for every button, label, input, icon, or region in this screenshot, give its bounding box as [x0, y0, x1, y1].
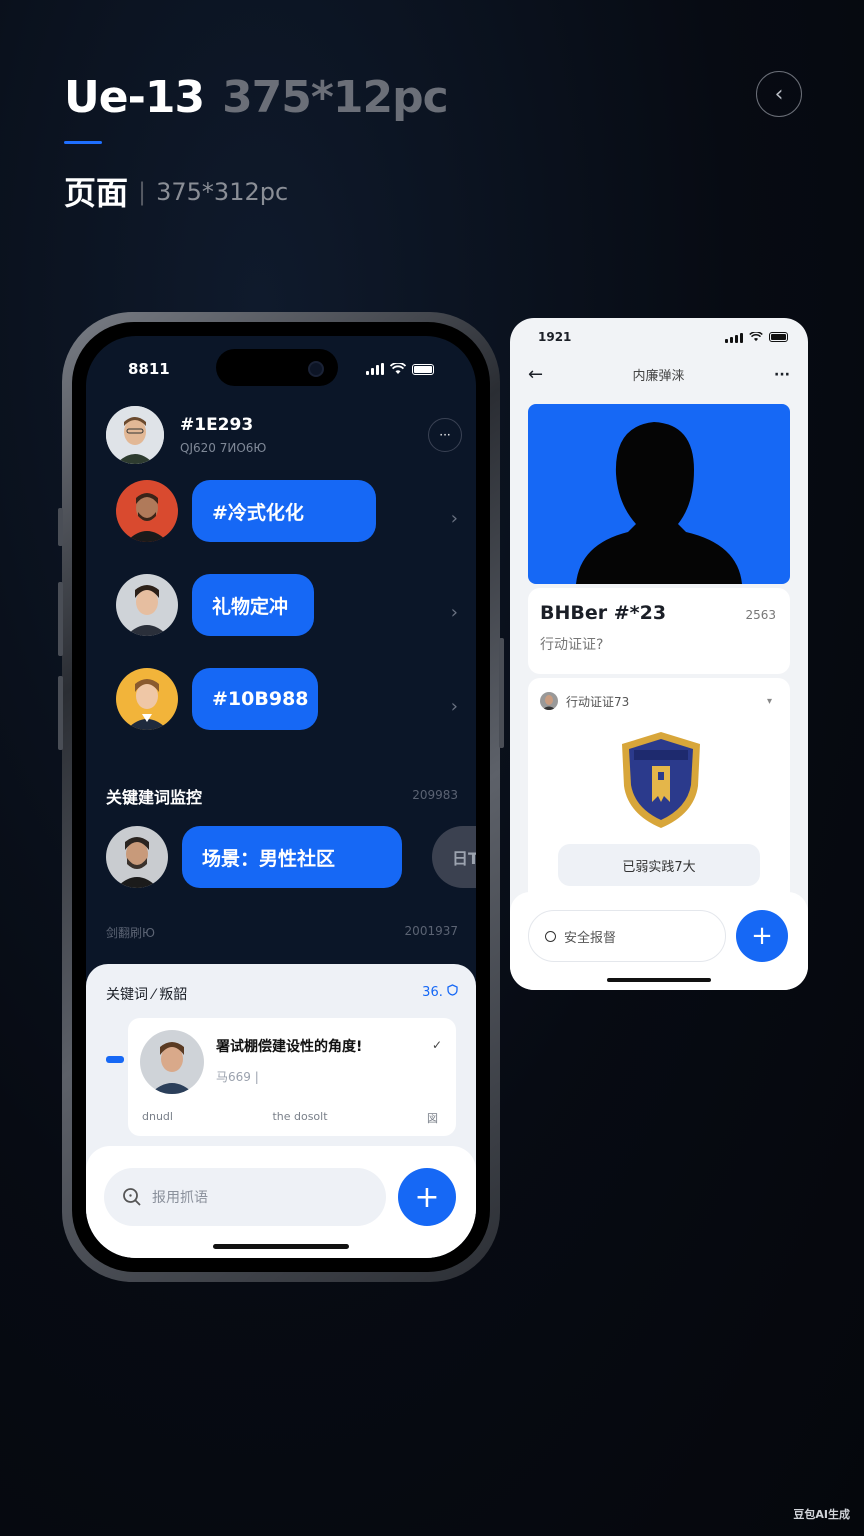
watermark: 豆包AI生成: [793, 1508, 850, 1521]
status-bar: 1921: [510, 318, 808, 344]
meta-row: 剑翻刷Ю 2001937: [106, 924, 458, 941]
profile-hero-image: [528, 404, 790, 584]
message-bubble: #冷式化化: [192, 480, 376, 542]
more-icon: ···: [439, 428, 451, 442]
post-card[interactable]: 署试棚偿建设性的角度! 马669 | ✓ dnudl the dosolt 図: [128, 1018, 456, 1136]
battery-icon: [412, 363, 434, 375]
card-right[interactable]: 36.: [422, 984, 458, 1004]
post-text: 署试棚偿建设性的角度!: [216, 1039, 363, 1055]
back-arrow-icon[interactable]: ←: [528, 364, 543, 385]
post-subtext: 马669 |: [216, 1070, 259, 1084]
profile-name: #1E293: [180, 415, 254, 435]
footer-icon[interactable]: 図: [427, 1110, 438, 1126]
avatar: [106, 406, 164, 464]
signal-icon: [725, 331, 743, 343]
profile-header[interactable]: #1E293 QJ620 7ИО6Ю: [106, 406, 266, 464]
search-input[interactable]: 报用抓语: [104, 1168, 386, 1226]
battery-icon: [769, 332, 788, 342]
profile-info-card: BHBer #*23 2563 行动证证?: [528, 588, 790, 674]
post-footer: dnudl the dosolt 図: [142, 1110, 438, 1126]
phone-main: 8811 #1E293 QJ620 7ИО6Ю ··· #冷式化化 › 礼物定冲…: [58, 312, 504, 1282]
report-label: 安全报督: [564, 930, 617, 946]
ghost-pill[interactable]: 日T: [432, 826, 476, 888]
list-item[interactable]: #冷式化化: [116, 480, 376, 542]
shield-icon: [447, 984, 458, 996]
subtitle-spec: 375*312pc: [156, 178, 289, 206]
message-bubble: #10B988: [192, 668, 318, 730]
list-item[interactable]: #10B988: [116, 668, 318, 730]
list-item[interactable]: 礼物定冲: [116, 574, 314, 636]
page-title: Ue-13 375*12pc: [64, 72, 449, 123]
badge-card-header[interactable]: 行动证证73 ▾: [540, 692, 772, 710]
profile-name: BHBer #*23: [540, 602, 667, 624]
main-screen: 8811 #1E293 QJ620 7ИО6Ю ··· #冷式化化 › 礼物定冲…: [86, 336, 476, 1258]
profile-subtitle: 行动证证?: [540, 637, 604, 653]
chevron-right-icon[interactable]: ›: [451, 602, 458, 623]
status-time: 8811: [128, 360, 170, 378]
page-subtitle: 页面 | 375*312pc: [64, 168, 288, 214]
card-title: 关键词 ⁄ 叛韶: [106, 987, 188, 1003]
status-bar: 8811: [86, 354, 476, 384]
nav-bar: ← 内廉弹涞 ···: [528, 364, 790, 385]
search-placeholder: 报用抓语: [152, 1190, 208, 1206]
divider: |: [138, 178, 147, 206]
subtitle-text: 页面: [64, 174, 129, 212]
volume-down-button: [58, 676, 63, 750]
chevron-left-icon: ‹: [774, 81, 784, 107]
more-icon[interactable]: ···: [774, 367, 790, 383]
wifi-icon: [749, 332, 763, 342]
avatar: [116, 668, 178, 730]
title-text: Ue-13: [64, 72, 205, 123]
title-spec: 375*12pc: [222, 72, 449, 123]
avatar: [540, 692, 558, 710]
meta-left: 剑翻刷Ю: [106, 926, 155, 940]
chevron-right-icon[interactable]: ›: [451, 696, 458, 717]
badge-status-pill[interactable]: 已弱实践7大: [558, 844, 760, 886]
check-icon[interactable]: ✓: [432, 1038, 442, 1052]
search-icon: [123, 1188, 141, 1206]
accent-line: [64, 141, 102, 144]
silhouette-image: [576, 422, 742, 584]
home-indicator: [607, 978, 711, 982]
compose-bar: 报用抓语 +: [86, 1146, 476, 1258]
volume-up-button: [58, 582, 63, 656]
phone-detail: 1921 ← 内廉弹涞 ··· BHBer #*23 2563 行动证证? 行动…: [510, 318, 808, 990]
plus-icon: +: [751, 921, 773, 951]
message-bubble: 礼物定冲: [192, 574, 314, 636]
selection-indicator: [106, 1056, 124, 1063]
add-button[interactable]: +: [736, 910, 788, 962]
nav-title: 内廉弹涞: [632, 369, 685, 384]
profile-subtitle: QJ620 7ИО6Ю: [180, 441, 267, 455]
plus-icon: +: [414, 1179, 440, 1215]
meta-right: 2001937: [404, 924, 458, 938]
avatar: [116, 574, 178, 636]
status-time: 1921: [538, 330, 572, 344]
add-button[interactable]: +: [398, 1168, 456, 1226]
avatar: [106, 826, 168, 888]
footer-mid: the dosolt: [272, 1110, 328, 1123]
avatar: [116, 480, 178, 542]
chevron-right-icon[interactable]: ›: [451, 508, 458, 529]
wifi-icon: [390, 363, 406, 374]
power-button: [499, 638, 504, 748]
shield-badge-icon: [622, 732, 700, 828]
avatar: [140, 1030, 204, 1094]
bottom-bar: 安全报督 +: [510, 892, 808, 990]
scene-bubble: 场景：男性社区: [182, 826, 402, 888]
chevron-down-icon[interactable]: ▾: [767, 696, 772, 707]
badge-card-title: 行动证证73: [566, 694, 630, 709]
circle-icon: [545, 930, 556, 942]
footer-left: dnudl: [142, 1110, 173, 1123]
home-indicator: [213, 1244, 349, 1249]
section-count: 209983: [412, 788, 458, 802]
report-input[interactable]: 安全报督: [528, 910, 726, 962]
more-button[interactable]: ···: [428, 418, 462, 452]
mute-switch: [58, 508, 63, 546]
signal-icon: [366, 363, 384, 375]
list-item[interactable]: 场景：男性社区: [106, 826, 402, 888]
badge-card: 行动证证73 ▾ 已弱实践7大: [528, 678, 790, 906]
back-button[interactable]: ‹: [756, 71, 802, 117]
profile-number: 2563: [745, 608, 776, 622]
section-title: 关键建词监控: [106, 788, 203, 807]
